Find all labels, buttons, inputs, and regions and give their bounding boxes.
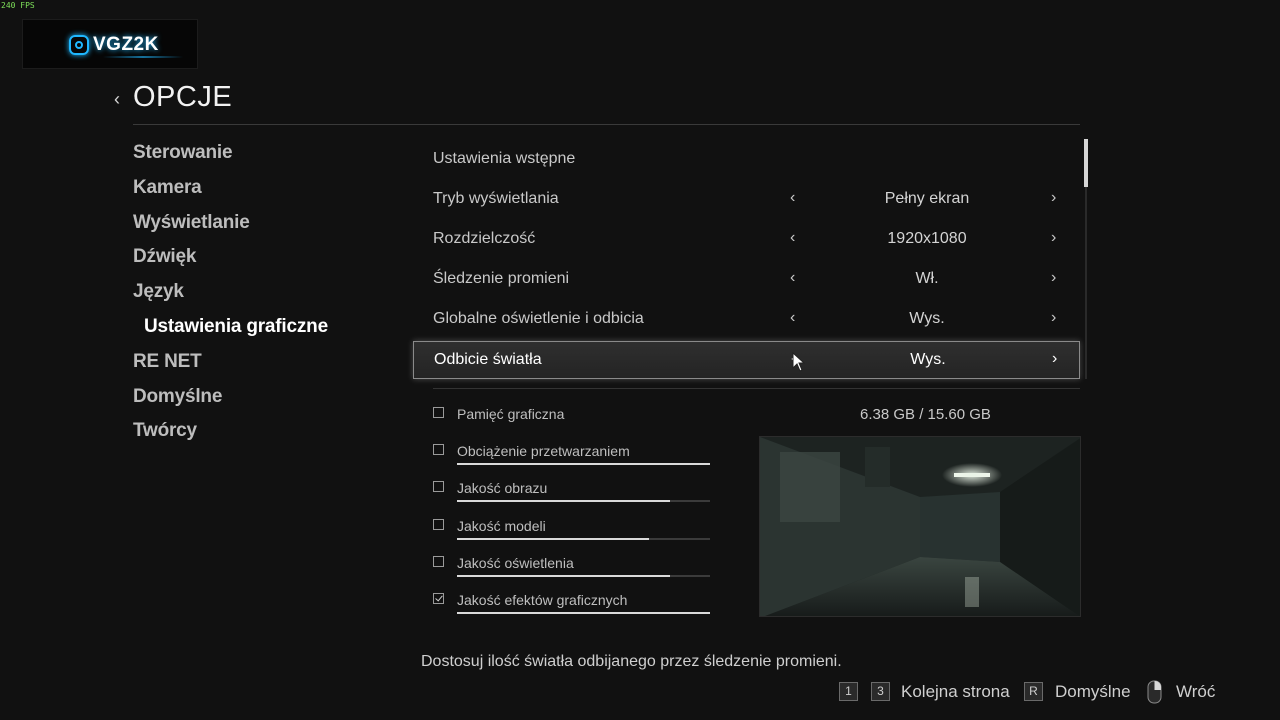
setting-description: Dostosuj ilość światła odbijanego przez …: [421, 653, 842, 670]
vram-usage-value: 6.38 GB / 15.60 GB: [860, 406, 991, 423]
chevron-left-icon[interactable]: ‹: [790, 269, 795, 287]
mouse-right-button-icon: [1147, 680, 1162, 704]
perf-checkbox[interactable]: [433, 556, 444, 567]
chevron-left-icon[interactable]: ‹: [790, 229, 795, 247]
vram-label: Pamięć graficzna: [457, 406, 565, 422]
setting-label: Śledzenie promieni: [433, 270, 570, 287]
chevron-left-icon[interactable]: ‹: [790, 189, 795, 207]
perf-checkbox[interactable]: [433, 519, 444, 530]
chevron-right-icon[interactable]: ›: [1051, 269, 1056, 287]
nav-item-jezyk[interactable]: Język: [133, 281, 184, 303]
setting-value: Wys.: [910, 351, 946, 368]
perf-bar-track: [457, 463, 710, 465]
setting-value: Wys.: [909, 310, 945, 327]
logo-underline: [103, 56, 183, 58]
perf-bar-track: [457, 575, 710, 577]
scrollbar-thumb[interactable]: [1084, 139, 1088, 187]
vram-checkbox[interactable]: [433, 407, 444, 418]
perf-bar-fill: [457, 575, 670, 577]
nav-item-domyslne[interactable]: Domyślne: [133, 386, 222, 408]
chevron-right-icon[interactable]: ›: [1051, 229, 1056, 247]
setting-row-light-reflection[interactable]: Odbicie światła ‹ Wys. ›: [413, 341, 1080, 379]
back-chevron-icon[interactable]: ‹: [114, 89, 120, 110]
setting-label: Ustawienia wstępne: [433, 150, 576, 167]
section-divider: [433, 388, 1080, 389]
nav-item-tworcy[interactable]: Twórcy: [133, 420, 197, 442]
defaults-hint[interactable]: Domyślne: [1055, 682, 1131, 702]
nav-item-sterowanie[interactable]: Sterowanie: [133, 142, 233, 164]
perf-checkbox[interactable]: [433, 444, 444, 455]
setting-row-global-illumination[interactable]: Globalne oświetlenie i odbicia ‹ Wys. ›: [413, 301, 1080, 339]
key-3-badge[interactable]: 3: [871, 682, 890, 701]
corridor-scene: [760, 437, 1080, 616]
perf-label: Jakość efektów graficznych: [457, 592, 628, 608]
back-hint[interactable]: Wróć: [1176, 682, 1215, 702]
next-page-hint[interactable]: Kolejna strona: [901, 682, 1010, 702]
perf-bar-track: [457, 612, 710, 614]
perf-bar-track: [457, 500, 710, 502]
graphics-preview-image: [759, 436, 1081, 617]
fps-counter: 240 FPS: [1, 1, 35, 10]
nav-item-wyswietlanie[interactable]: Wyświetlanie: [133, 212, 250, 234]
nav-item-dzwiek[interactable]: Dźwięk: [133, 246, 196, 268]
key-1-badge[interactable]: 1: [839, 682, 858, 701]
title-divider: [133, 124, 1080, 125]
perf-label: Jakość oświetlenia: [457, 555, 574, 571]
setting-label: Globalne oświetlenie i odbicia: [433, 310, 644, 327]
nav-item-re-net[interactable]: RE NET: [133, 351, 202, 373]
perf-bar-track: [457, 538, 710, 540]
perf-label: Jakość obrazu: [457, 480, 548, 496]
setting-row-preset[interactable]: Ustawienia wstępne: [413, 141, 1080, 179]
perf-bar-fill: [457, 463, 710, 465]
perf-bar-fill: [457, 538, 649, 540]
setting-row-display-mode[interactable]: Tryb wyświetlania ‹ Pełny ekran ›: [413, 181, 1080, 219]
chevron-right-icon[interactable]: ›: [1051, 189, 1056, 207]
nav-item-kamera[interactable]: Kamera: [133, 177, 202, 199]
channel-logo: VGZ2K: [22, 19, 198, 69]
perf-label: Jakość modeli: [457, 518, 546, 534]
setting-row-resolution[interactable]: Rozdzielczość ‹ 1920x1080 ›: [413, 221, 1080, 259]
perf-checkbox[interactable]: [433, 593, 444, 604]
setting-label: Odbicie światła: [434, 351, 542, 368]
setting-label: Tryb wyświetlania: [433, 190, 559, 207]
nav-item-ustawienia-graficzne[interactable]: Ustawienia graficzne: [144, 316, 328, 338]
perf-checkbox[interactable]: [433, 481, 444, 492]
perf-bar-fill: [457, 612, 710, 614]
setting-row-ray-tracing[interactable]: Śledzenie promieni ‹ Wł. ›: [413, 261, 1080, 299]
setting-value: Pełny ekran: [884, 190, 970, 207]
setting-value: 1920x1080: [887, 230, 967, 247]
chevron-right-icon[interactable]: ›: [1051, 309, 1056, 327]
perf-label: Obciążenie przetwarzaniem: [457, 443, 630, 459]
logo-text: VGZ2K: [93, 34, 159, 55]
setting-label: Rozdzielczość: [433, 230, 536, 247]
perf-bar-fill: [457, 500, 670, 502]
chevron-left-icon[interactable]: ‹: [790, 309, 795, 327]
camera-logo-icon: [69, 35, 89, 55]
key-r-badge[interactable]: R: [1024, 682, 1043, 701]
mouse-cursor-icon: [792, 352, 806, 372]
chevron-right-icon[interactable]: ›: [1052, 350, 1057, 368]
setting-value: Wł.: [915, 270, 939, 287]
page-title: OPCJE: [133, 81, 233, 113]
